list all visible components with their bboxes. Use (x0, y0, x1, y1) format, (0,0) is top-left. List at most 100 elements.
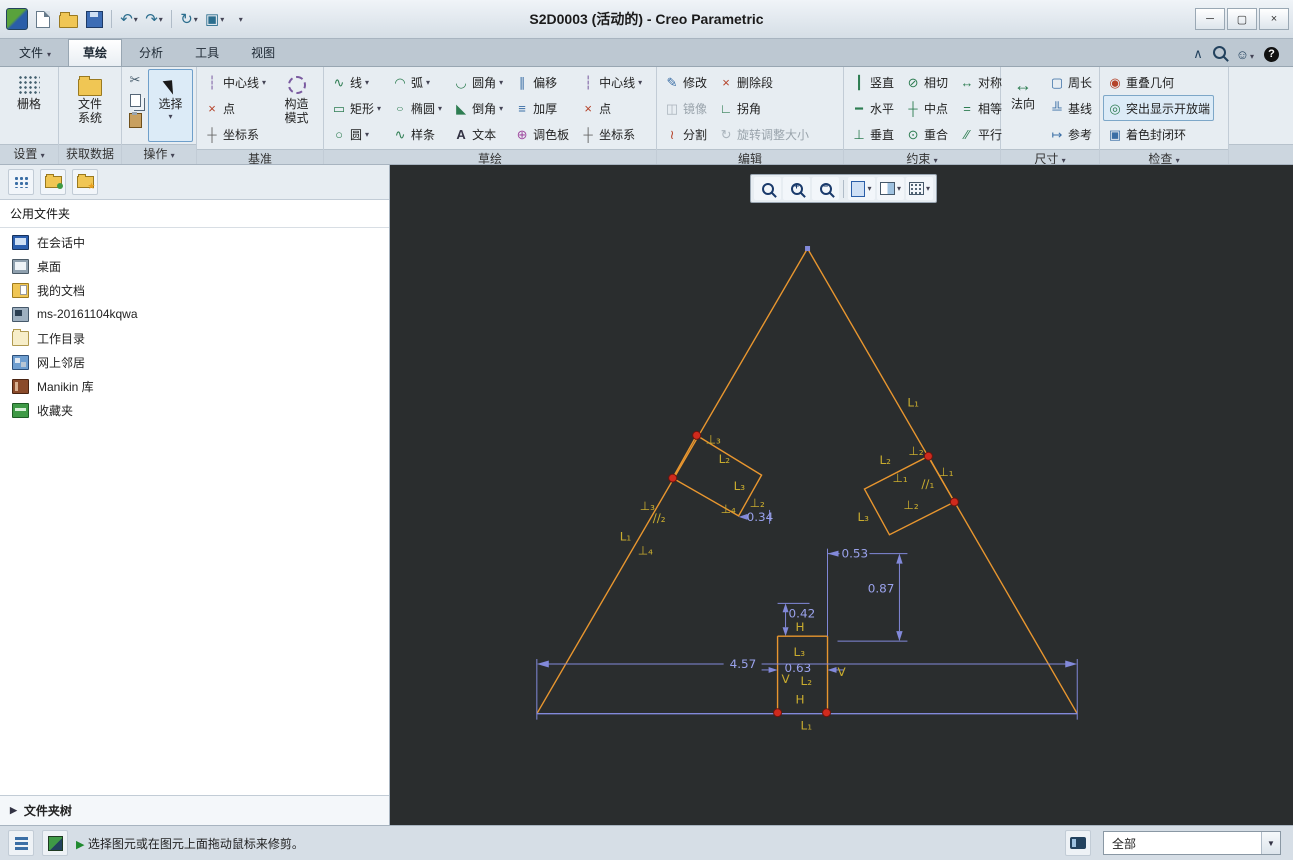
symmetric-button[interactable]: ↔对称 (955, 69, 1006, 95)
tab-tools[interactable]: 工具 (180, 39, 234, 66)
tab-file[interactable]: 文件▾ (4, 39, 66, 66)
coincident-button[interactable]: ⊙重合 (901, 121, 952, 147)
sidebar-item-desktop[interactable]: 桌面 (0, 254, 389, 278)
constraint-label[interactable]: L₂ (879, 453, 891, 467)
model-tree-toggle-button[interactable] (8, 830, 34, 856)
tab-view[interactable]: 视图 (236, 39, 290, 66)
vertical-button[interactable]: ┃竖直 (847, 69, 898, 95)
constraint-label[interactable]: ⊥₂ (908, 444, 923, 458)
vertex-point[interactable] (924, 452, 932, 460)
modify-button[interactable]: ✎修改 (660, 69, 711, 95)
tab-analysis[interactable]: 分析 (124, 39, 178, 66)
group-label-editing[interactable]: 编辑 (657, 149, 843, 164)
dimension-right-height[interactable]: 0.87 (868, 581, 895, 595)
group-label-sketching[interactable]: 草绘 (324, 149, 656, 164)
text-button[interactable]: A文本 (449, 121, 507, 147)
shade-loops-button[interactable]: ▣着色封闭环 (1103, 121, 1214, 147)
constraint-label[interactable]: L₃ (734, 479, 746, 493)
open-file-button[interactable] (58, 8, 79, 30)
constraint-label[interactable]: L₁ (801, 719, 813, 733)
favorites-folder-button[interactable] (72, 169, 98, 195)
sketch-canvas[interactable]: 4.570.870.530.420.630.34⊥₃L₂L₃⊥₄⊥₂⊥₃∕∕₂L… (390, 165, 1293, 825)
add-folder-button[interactable] (40, 169, 66, 195)
constraint-label[interactable]: L₃ (794, 645, 806, 659)
folder-tree-expander[interactable]: ▶ 文件夹树 (0, 795, 389, 825)
rotate-resize-button[interactable]: ↻旋转调整大小 (714, 121, 813, 147)
mirror-button[interactable]: ◫镜像 (660, 95, 711, 121)
group-label-operations[interactable]: 操作 ▾ (122, 144, 196, 164)
overlapping-button[interactable]: ◉重叠几何 (1103, 69, 1214, 95)
open-ends-button[interactable]: ◎突出显示开放端 (1103, 95, 1214, 121)
constraint-label[interactable]: L₃ (857, 510, 869, 524)
midpoint-button[interactable]: ┼中点 (901, 95, 952, 121)
constraint-label[interactable]: V (782, 672, 791, 686)
save-button[interactable] (84, 8, 104, 30)
combo-arrow-button[interactable]: ▼ (1261, 832, 1280, 854)
equal-button[interactable]: =相等 (955, 95, 1006, 121)
dimension-rect-top-gap[interactable]: 0.42 (789, 606, 816, 620)
file-system-button[interactable]: 文件 系统 (62, 69, 118, 142)
constraint-label[interactable]: ∕∕₁ (921, 477, 934, 491)
dimension-right-height-lines[interactable] (838, 554, 908, 641)
sidebar-item-manikin-library[interactable]: Manikin 库 (0, 374, 389, 398)
sidebar-item-my-documents[interactable]: 我的文档 (0, 278, 389, 302)
tangent-button[interactable]: ⊘相切 (901, 69, 952, 95)
constraint-label[interactable]: ⊥₄ (638, 544, 653, 558)
constraint-label[interactable]: L₁ (620, 530, 632, 544)
centerline-button[interactable]: ┆中心线▾ (200, 69, 270, 95)
display-style-button[interactable]: ▾ (877, 177, 904, 200)
constraint-label[interactable]: L₂ (719, 452, 731, 466)
help-button[interactable]: ? (1264, 47, 1279, 62)
spline-button[interactable]: ∿样条 (388, 121, 446, 147)
arc-button[interactable]: ◠弧▾ (388, 69, 446, 95)
repaint-button[interactable]: ▾ (848, 177, 875, 200)
copy-button[interactable] (125, 91, 145, 109)
constraint-label[interactable]: H (796, 693, 805, 707)
vertex-point[interactable] (950, 498, 958, 506)
sketch-drawing[interactable]: 4.570.870.530.420.630.34⊥₃L₂L₃⊥₄⊥₂⊥₃∕∕₂L… (390, 165, 1293, 825)
group-label-get-data[interactable]: 获取数据 (59, 144, 121, 164)
constraint-label[interactable]: ⊥₃ (706, 432, 721, 446)
customize-qat-button[interactable]: ▾ (230, 8, 250, 30)
close-button[interactable]: × (1259, 8, 1289, 30)
show-model-button[interactable] (42, 830, 68, 856)
sidebar-item-in-session[interactable]: 在会话中 (0, 230, 389, 254)
minimize-button[interactable]: ─ (1195, 8, 1225, 30)
grid-button[interactable]: 栅格 (3, 69, 55, 142)
palette-button[interactable]: ⊕调色板 (510, 121, 573, 147)
sidebar-item-computer[interactable]: ms-20161104kqwa (0, 302, 389, 326)
group-label-datum[interactable]: 基准 (197, 149, 323, 164)
refit-button[interactable] (754, 177, 781, 200)
dimension-base-width[interactable]: 4.57 (730, 657, 757, 671)
group-label-setup[interactable]: 设置 ▾ (0, 144, 58, 164)
sidebar-item-network[interactable]: 网上邻居 (0, 350, 389, 374)
constraint-label[interactable]: ⊥₂ (750, 496, 765, 510)
csys-button[interactable]: ┼坐标系 (200, 121, 270, 147)
point-button[interactable]: ×点 (200, 95, 270, 121)
sidebar-item-favorites[interactable]: 收藏夹 (0, 398, 389, 422)
reference-button[interactable]: ↦参考 (1045, 121, 1096, 147)
perimeter-button[interactable]: ▢周长 (1045, 69, 1096, 95)
regenerate-button[interactable]: ↻▾ (179, 8, 199, 30)
paste-button[interactable] (125, 111, 145, 129)
find-tool-button[interactable] (1065, 830, 1091, 856)
line-button[interactable]: ∿线▾ (327, 69, 385, 95)
group-label-inspect[interactable]: 检查 ▾ (1100, 149, 1228, 164)
undo-button[interactable]: ↶▾ (119, 8, 139, 30)
vertex-point[interactable] (774, 709, 782, 717)
sketcher-display-filters-button[interactable]: ▾ (906, 177, 933, 200)
rect-button[interactable]: ▭矩形▾ (327, 95, 385, 121)
horizontal-button[interactable]: ━水平 (847, 95, 898, 121)
centerline-button[interactable]: ┆中心线▾ (576, 69, 646, 95)
divide-button[interactable]: ≀分割 (660, 121, 711, 147)
group-label-constrain[interactable]: 约束 ▾ (844, 149, 1000, 164)
zoom-out-button[interactable] (812, 177, 839, 200)
constraint-label[interactable]: ⊥₄ (721, 502, 736, 516)
new-file-button[interactable] (33, 8, 53, 30)
cut-button[interactable]: ✂ (125, 71, 145, 89)
zoom-in-button[interactable] (783, 177, 810, 200)
window-button[interactable]: ▣▾ (204, 8, 225, 30)
search-button[interactable] (1213, 46, 1226, 62)
csys-button[interactable]: ┼坐标系 (576, 121, 646, 147)
thicken-button[interactable]: ≡加厚 (510, 95, 573, 121)
